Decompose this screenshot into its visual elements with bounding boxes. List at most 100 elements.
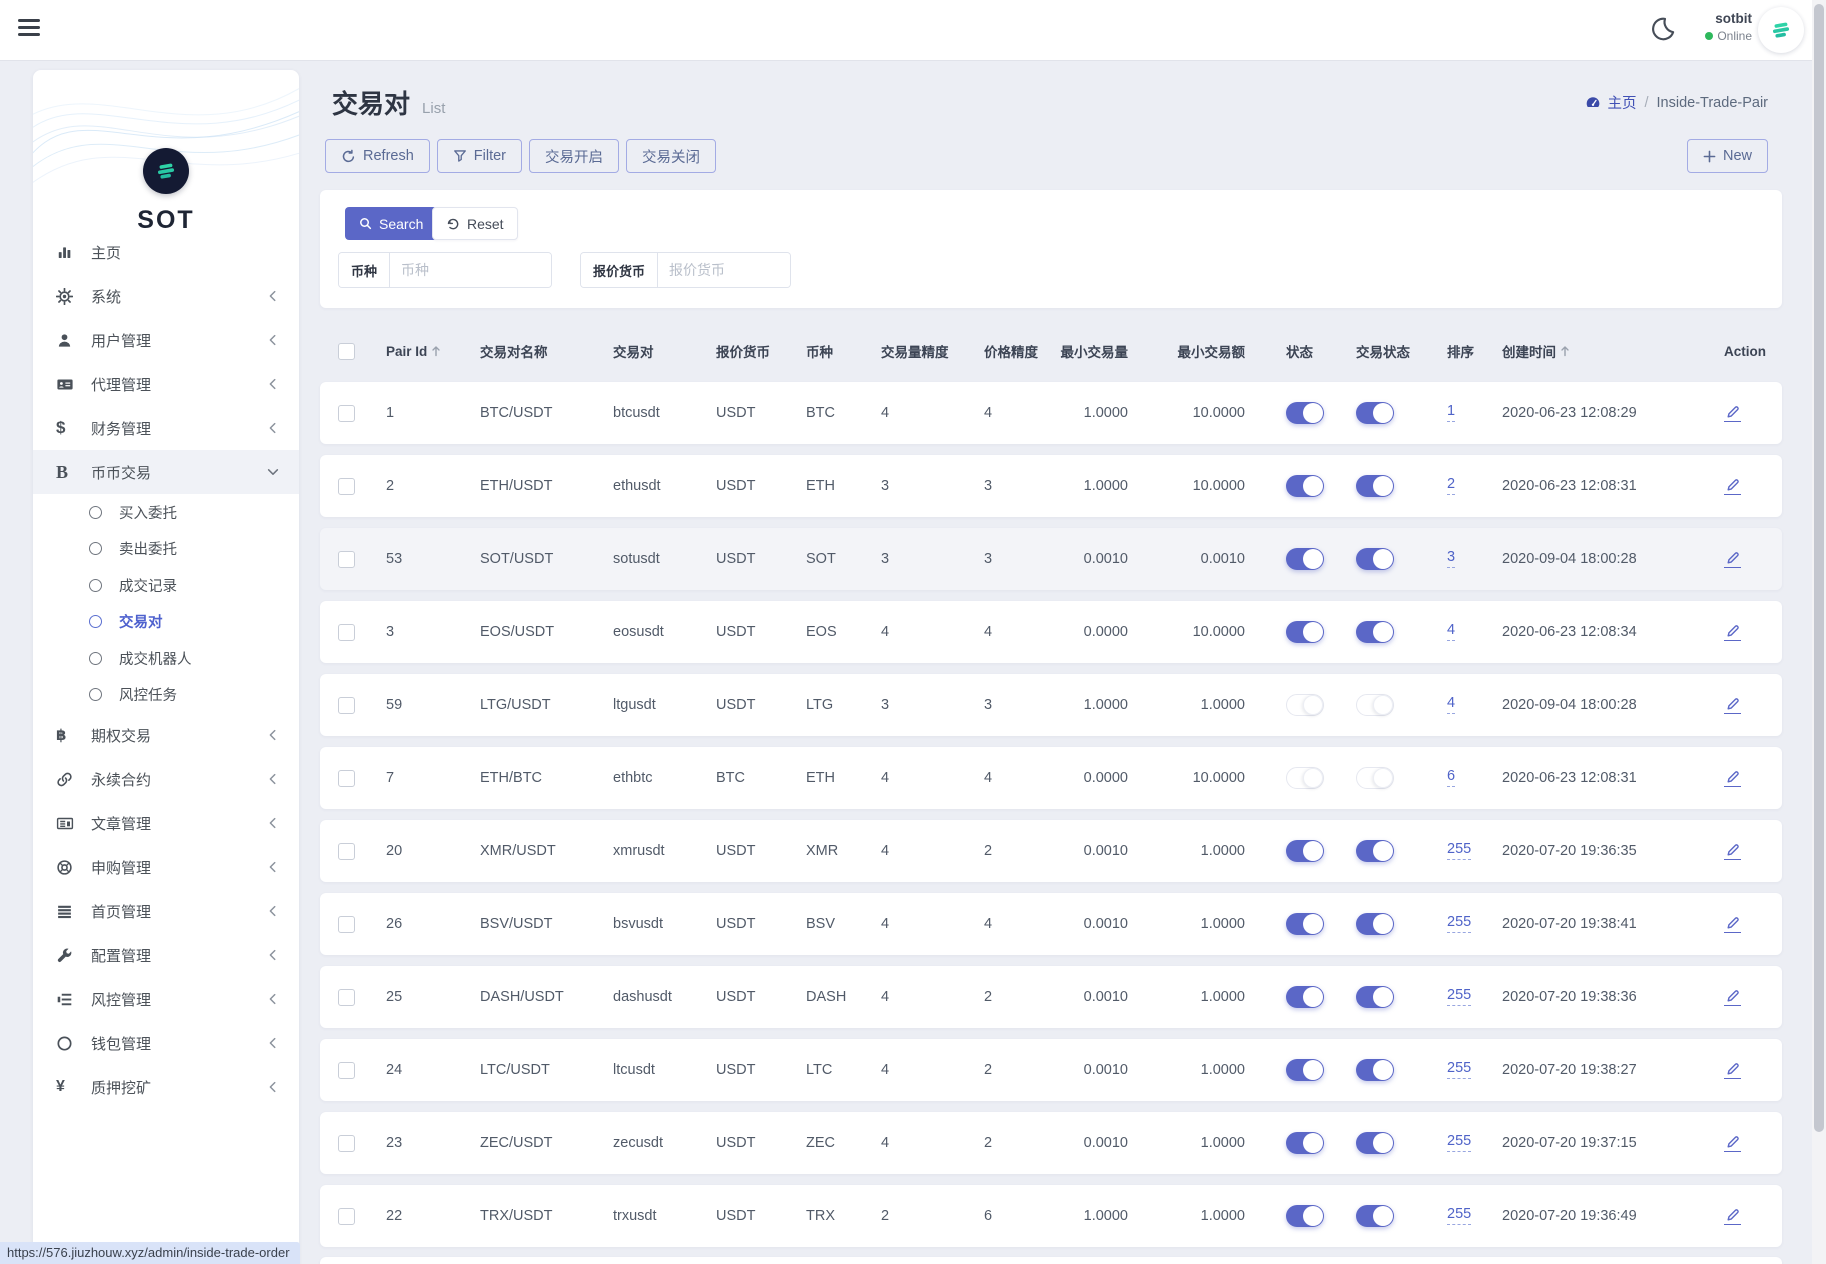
trade-status-toggle[interactable] [1356,1205,1394,1227]
sort-link[interactable]: 255 [1447,842,1472,860]
sort-link[interactable]: 1 [1447,404,1456,422]
sidebar-subitem-7[interactable]: 卖出委托 [33,531,299,568]
edit-button[interactable] [1724,623,1741,642]
edit-button[interactable] [1724,404,1741,423]
trade-status-toggle[interactable] [1356,913,1394,935]
sort-link[interactable]: 255 [1447,1134,1472,1152]
row-checkbox[interactable] [338,696,355,714]
row-checkbox[interactable] [338,988,355,1006]
sort-link[interactable]: 255 [1447,1207,1472,1225]
row-checkbox[interactable] [338,550,355,568]
row-checkbox[interactable] [338,915,355,933]
sort-link[interactable]: 3 [1447,550,1456,568]
select-all-checkbox[interactable] [338,342,355,360]
sort-link[interactable]: 255 [1447,1061,1472,1079]
sidebar-item-20[interactable]: ¥ 质押挖矿 [33,1065,299,1109]
search-button[interactable]: Search [345,207,438,240]
sort-link[interactable]: 6 [1447,769,1456,787]
edit-button[interactable] [1724,1061,1741,1080]
scrollbar-thumb[interactable] [1814,4,1824,1132]
edit-button[interactable] [1724,696,1741,715]
status-toggle[interactable] [1286,402,1324,424]
trade-open-button[interactable]: 交易开启 [529,139,620,173]
row-checkbox[interactable] [338,623,355,641]
edit-button[interactable] [1724,842,1741,861]
trade-status-toggle[interactable] [1356,1059,1394,1081]
sidebar-item-12[interactable]: ฿ 期权交易 [33,713,299,757]
sidebar-subitem-10[interactable]: 成交机器人 [33,640,299,677]
status-toggle[interactable] [1286,840,1324,862]
trade-status-toggle[interactable] [1356,621,1394,643]
status-toggle[interactable] [1286,1059,1324,1081]
row-checkbox[interactable] [338,769,355,787]
coin-input[interactable] [390,253,551,287]
status-toggle[interactable] [1286,767,1324,789]
trade-status-toggle[interactable] [1356,767,1394,789]
row-checkbox[interactable] [338,404,355,422]
row-checkbox[interactable] [338,1134,355,1152]
sidebar-item-14[interactable]: 文章管理 [33,801,299,845]
status-toggle[interactable] [1286,475,1324,497]
refresh-button[interactable]: Refresh [325,139,430,173]
circle-bullet-icon [89,688,102,702]
sort-link[interactable]: 4 [1447,696,1456,714]
trade-status-toggle[interactable] [1356,694,1394,716]
trade-status-toggle[interactable] [1356,986,1394,1008]
reset-button[interactable]: Reset [432,207,518,240]
status-toggle[interactable] [1286,548,1324,570]
row-checkbox[interactable] [338,842,355,860]
status-toggle[interactable] [1286,694,1324,716]
edit-button[interactable] [1724,988,1741,1007]
row-checkbox[interactable] [338,1061,355,1079]
status-toggle[interactable] [1286,621,1324,643]
edit-button[interactable] [1724,550,1741,569]
cell-base-currency: DASH [806,989,847,1005]
sidebar-item-15[interactable]: 申购管理 [33,845,299,889]
status-toggle[interactable] [1286,913,1324,935]
avatar[interactable] [1758,7,1804,53]
trade-status-toggle[interactable] [1356,1132,1394,1154]
row-checkbox[interactable] [338,477,355,495]
sidebar-item-3[interactable]: 代理管理 [33,362,299,406]
sort-link[interactable]: 4 [1447,623,1456,641]
status-toggle[interactable] [1286,986,1324,1008]
edit-button[interactable] [1724,915,1741,934]
edit-button[interactable] [1724,1207,1741,1226]
quote-currency-input[interactable] [658,253,790,287]
sidebar-item-18[interactable]: 风控管理 [33,977,299,1021]
sidebar-item-13[interactable]: 永续合约 [33,757,299,801]
sidebar-item-2[interactable]: 用户管理 [33,318,299,362]
trade-close-button[interactable]: 交易关闭 [626,139,717,173]
sidebar-subitem-9[interactable]: 交易对 [33,604,299,641]
sidebar-subitem-8[interactable]: 成交记录 [33,567,299,604]
column-header-pair-id[interactable]: Pair Id [386,344,480,359]
column-header-创建时间[interactable]: 创建时间 [1502,341,1710,361]
trade-status-toggle[interactable] [1356,402,1394,424]
trade-status-toggle[interactable] [1356,840,1394,862]
edit-button[interactable] [1724,477,1741,496]
sidebar-item-16[interactable]: 首页管理 [33,889,299,933]
sidebar-subitem-6[interactable]: 买入委托 [33,494,299,531]
trade-status-toggle[interactable] [1356,475,1394,497]
sidebar-item-1[interactable]: 系统 [33,274,299,318]
new-button[interactable]: New [1686,139,1768,173]
row-checkbox[interactable] [338,1207,355,1225]
sort-link[interactable]: 255 [1447,988,1472,1006]
breadcrumb-home-link[interactable]: 主页 [1585,92,1636,113]
sidebar-item-19[interactable]: 钱包管理 [33,1021,299,1065]
sidebar-subitem-11[interactable]: 风控任务 [33,677,299,714]
trade-status-toggle[interactable] [1356,548,1394,570]
edit-button[interactable] [1724,1134,1741,1153]
filter-button[interactable]: Filter [436,139,523,173]
sidebar-item-4[interactable]: $ 财务管理 [33,406,299,450]
menu-toggle-icon[interactable] [18,19,44,41]
edit-button[interactable] [1724,769,1741,788]
status-toggle[interactable] [1286,1132,1324,1154]
sidebar-item-0[interactable]: 主页 [33,230,299,274]
status-toggle[interactable] [1286,1205,1324,1227]
sort-link[interactable]: 2 [1447,477,1456,495]
sidebar-item-17[interactable]: 配置管理 [33,933,299,977]
sidebar-item-5[interactable]: B 币币交易 [33,450,299,494]
sort-link[interactable]: 255 [1447,915,1472,933]
cell-created-at: 2020-09-04 18:00:28 [1502,551,1637,567]
